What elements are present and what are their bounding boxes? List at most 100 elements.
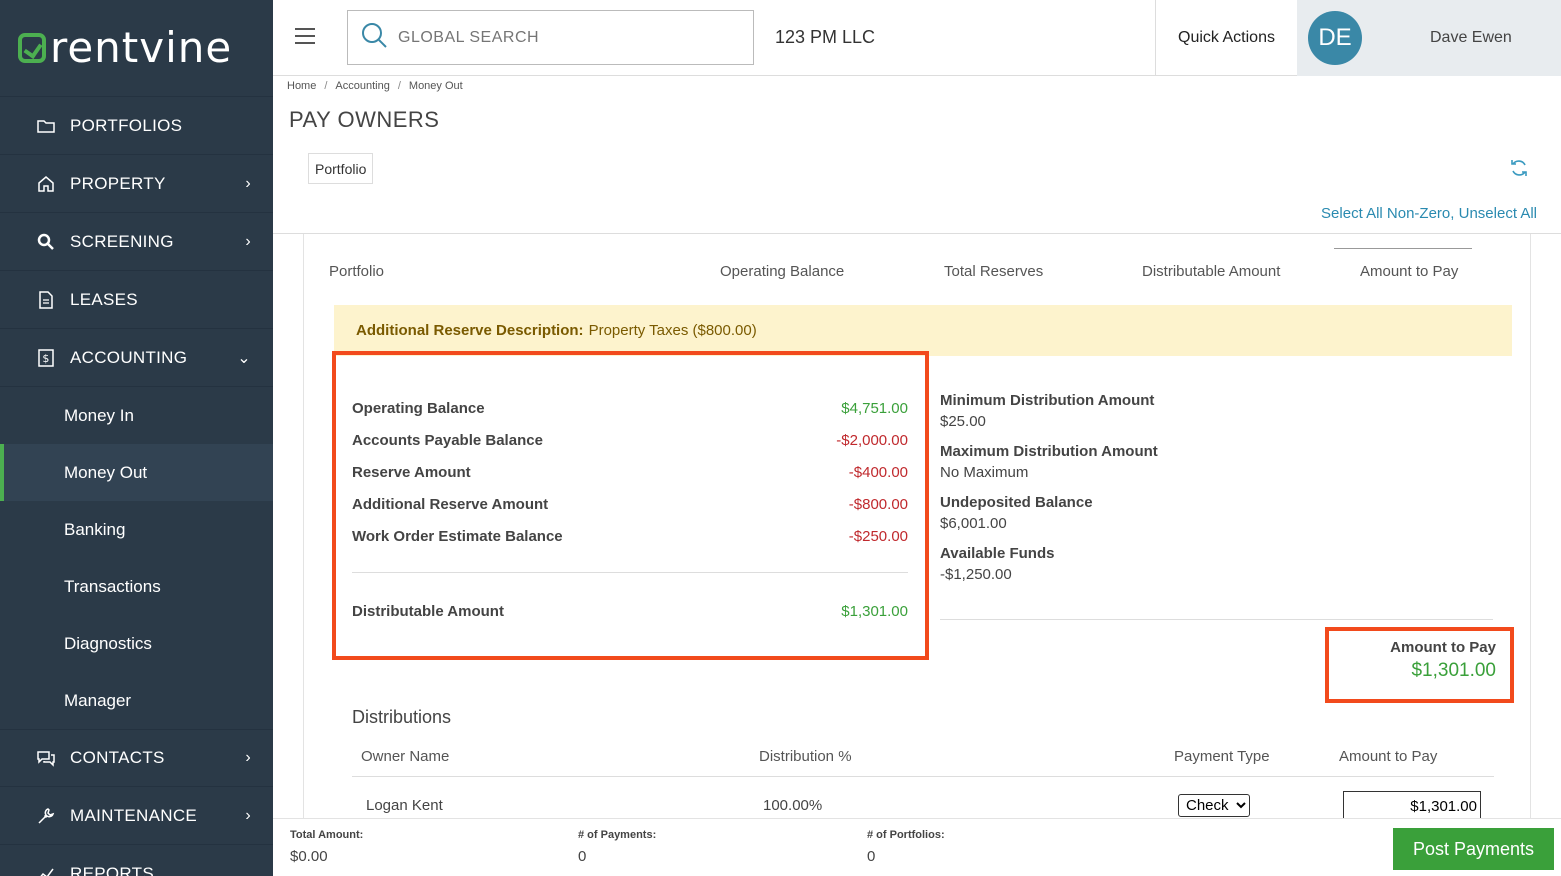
chevron-right-icon: › — [245, 806, 251, 824]
available-funds-label: Available Funds — [940, 545, 1055, 562]
col-header-amount-to-pay[interactable]: Amount to Pay — [1360, 263, 1458, 280]
unselect-all-link[interactable]: Unselect All — [1459, 205, 1537, 222]
chevron-down-icon: ⌄ — [237, 349, 251, 367]
refresh-icon[interactable] — [1509, 158, 1529, 178]
svg-text:$: $ — [42, 352, 49, 365]
portfolio-detail-panel: Portfolio Operating Balance Total Reserv… — [303, 234, 1531, 818]
amount-to-pay-summary: Amount to Pay $1,301.00 — [1325, 627, 1514, 703]
dist-header-amount: Amount to Pay — [1339, 748, 1438, 765]
divider — [352, 776, 1494, 777]
owner-name: Logan Kent — [366, 797, 443, 814]
sidebar-item-label: PORTFOLIOS — [70, 115, 183, 135]
logo-text: rentvine — [50, 23, 233, 72]
payments-count-value: 0 — [578, 848, 587, 865]
reserve-description-banner: Additional Reserve Description: Property… — [334, 305, 1512, 356]
dist-header-owner: Owner Name — [361, 748, 450, 765]
wrench-icon — [36, 806, 56, 826]
select-all-non-zero-link[interactable]: Select All Non-Zero — [1321, 205, 1450, 222]
sidebar-subitem-banking[interactable]: Banking — [0, 501, 273, 558]
chart-icon — [36, 864, 56, 876]
quick-actions-button[interactable]: Quick Actions — [1155, 0, 1297, 76]
link-separator: , — [1450, 205, 1455, 222]
topbar: 123 PM LLC Quick Actions DE Dave Ewen — [273, 0, 1561, 76]
global-search[interactable] — [347, 10, 754, 65]
distribution-settings: Minimum Distribution Amount $25.00 Maxim… — [940, 392, 1495, 596]
sidebar-subitem-money-out[interactable]: Money Out — [0, 444, 273, 501]
sidebar-item-label: CONTACTS — [70, 748, 165, 767]
dollar-icon: $ — [36, 348, 56, 368]
hamburger-menu-icon[interactable] — [295, 28, 315, 44]
highlight-box — [332, 351, 929, 660]
col-header-portfolio[interactable]: Portfolio — [329, 263, 384, 280]
sidebar-item-leases[interactable]: LEASES — [0, 271, 273, 329]
sidebar-item-accounting[interactable]: $ ACCOUNTING ⌄ — [0, 329, 273, 387]
distribution-percent: 100.00% — [763, 797, 823, 814]
portfolio-filter-button[interactable]: Portfolio — [308, 153, 374, 184]
reserve-value: Property Taxes ($800.00) — [588, 322, 757, 339]
avatar[interactable]: DE — [1308, 11, 1362, 65]
portfolios-count-value: 0 — [867, 848, 876, 865]
chat-icon — [36, 748, 56, 768]
chevron-right-icon: › — [245, 232, 251, 250]
amount-to-pay-value: $1,301.00 — [1411, 660, 1496, 681]
undeposited-balance-value: $6,001.00 — [940, 515, 1007, 532]
search-icon — [36, 232, 56, 252]
min-distribution-value: $25.00 — [940, 413, 986, 430]
breadcrumb-home[interactable]: Home — [287, 80, 316, 92]
col-header-operating-balance[interactable]: Operating Balance — [720, 263, 844, 280]
distributions-title: Distributions — [352, 707, 452, 727]
sidebar-item-label: REPORTS — [70, 863, 154, 876]
sidebar-item-label: LEASES — [70, 289, 138, 309]
sidebar-item-maintenance[interactable]: MAINTENANCE › — [0, 787, 273, 845]
sidebar-subitem-manager[interactable]: Manager — [0, 672, 273, 729]
document-icon — [36, 290, 56, 310]
folder-icon — [36, 116, 56, 136]
dist-header-percent: Distribution % — [759, 748, 852, 765]
home-icon — [36, 174, 56, 194]
available-funds-value: -$1,250.00 — [940, 566, 1012, 583]
sidebar-item-screening[interactable]: SCREENING › — [0, 213, 273, 271]
max-distribution-label: Maximum Distribution Amount — [940, 443, 1158, 460]
divider — [940, 619, 1493, 620]
breadcrumb-money-out[interactable]: Money Out — [409, 80, 463, 92]
sidebar-subitem-transactions[interactable]: Transactions — [0, 558, 273, 615]
sidebar-item-label: MAINTENANCE — [70, 805, 198, 825]
sidebar-item-property[interactable]: PROPERTY › — [0, 155, 273, 213]
reserve-label: Additional Reserve Description: — [356, 322, 584, 339]
amount-to-pay-input[interactable] — [1343, 791, 1481, 818]
col-header-distributable-amount[interactable]: Distributable Amount — [1142, 263, 1280, 280]
logo-icon — [18, 33, 46, 63]
user-menu[interactable]: DE Dave Ewen — [1297, 0, 1561, 76]
search-input[interactable] — [398, 28, 728, 47]
logo[interactable]: rentvine — [0, 0, 273, 97]
chevron-right-icon: › — [245, 174, 251, 192]
min-distribution-label: Minimum Distribution Amount — [940, 392, 1155, 409]
sidebar-item-portfolios[interactable]: PORTFOLIOS — [0, 97, 273, 155]
amount-to-pay-label: Amount to Pay — [1390, 639, 1496, 656]
breadcrumb-accounting[interactable]: Accounting — [335, 80, 389, 92]
chevron-right-icon: › — [245, 749, 251, 766]
col-header-total-reserves[interactable]: Total Reserves — [944, 263, 1043, 280]
undeposited-balance-label: Undeposited Balance — [940, 494, 1093, 511]
post-payments-button[interactable]: Post Payments — [1393, 828, 1554, 870]
payments-count-label: # of Payments: — [578, 829, 657, 841]
payment-type-select[interactable]: Check — [1178, 794, 1250, 817]
total-amount-value: $0.00 — [290, 848, 328, 865]
total-amount-label: Total Amount: — [290, 829, 364, 841]
sidebar-item-label: ACCOUNTING — [70, 347, 188, 367]
column-indicator — [1334, 248, 1472, 249]
sidebar: rentvine PORTFOLIOS PROPERTY › SCREENING… — [0, 0, 273, 876]
sidebar-item-reports[interactable]: REPORTS — [0, 845, 273, 876]
portfolios-count-label: # of Portfolios: — [867, 829, 945, 841]
footer-summary: Total Amount: $0.00 # of Payments: 0 # o… — [273, 818, 1561, 876]
company-name[interactable]: 123 PM LLC — [775, 27, 875, 48]
search-icon — [360, 21, 388, 54]
page-title: PAY OWNERS — [289, 107, 440, 132]
sidebar-item-label: PROPERTY — [70, 173, 166, 193]
sidebar-subitem-money-in[interactable]: Money In — [0, 387, 273, 444]
sidebar-item-contacts[interactable]: CONTACTS › — [0, 729, 273, 787]
breadcrumb: Home / Accounting / Money Out — [287, 80, 463, 92]
sidebar-subitem-diagnostics[interactable]: Diagnostics — [0, 615, 273, 672]
username[interactable]: Dave Ewen — [1430, 29, 1512, 47]
sidebar-item-label: SCREENING — [70, 231, 174, 251]
